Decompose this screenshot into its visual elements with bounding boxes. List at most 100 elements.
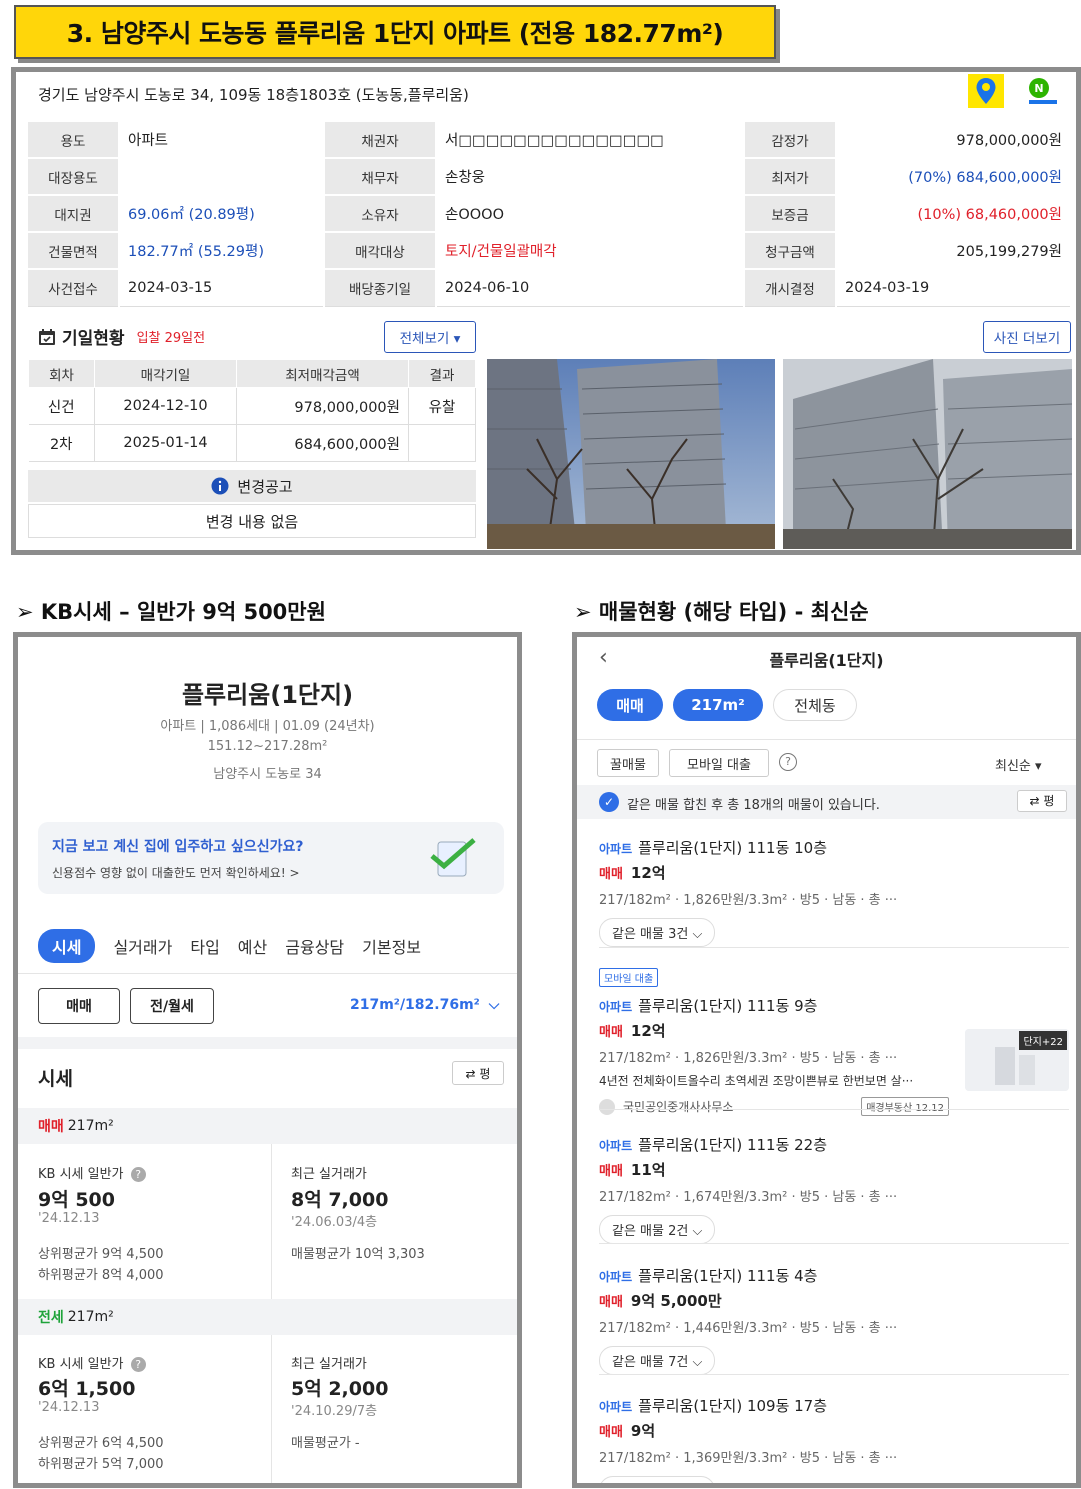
honey-listing-chip[interactable]: 꿀매물 bbox=[597, 749, 659, 777]
info-bar: ✓ 같은 매물 합친 후 총 18개의 매물이 있습니다. ⇄ 평 bbox=[577, 785, 1076, 819]
info-value: 손창웅 bbox=[435, 157, 745, 196]
info-icon bbox=[211, 477, 229, 495]
listing-title: 플루리움(1단지) 111동 9층 bbox=[638, 997, 818, 1015]
property-photo[interactable] bbox=[783, 359, 1072, 549]
info-value bbox=[118, 157, 325, 196]
naver-map-icon[interactable]: N bbox=[1024, 76, 1060, 106]
listing-average: 매물평균가 10억 3,303 bbox=[291, 1247, 425, 1262]
listing-count-info: 같은 매물 합친 후 총 18개의 매물이 있습니다. bbox=[627, 798, 880, 813]
list-item[interactable]: 아파트 플루리움(1단지) 111동 22층 매매 11억 217/182m² · … bbox=[599, 1134, 1069, 1244]
schedule-heading: 기일현황 입찰 29일전 bbox=[38, 324, 205, 349]
sale-toggle-button[interactable]: 매매 bbox=[38, 988, 120, 1024]
same-listing-button[interactable]: 같은 매물 7건 ⌵ bbox=[599, 1346, 716, 1375]
kb-section-header: ➢ KB시세 – 일반가 9억 500만원 bbox=[16, 600, 326, 624]
same-listing-button[interactable]: 같은 매물 3건 ⌵ bbox=[599, 918, 716, 947]
divider bbox=[18, 1037, 517, 1049]
minimum-price: (70%) 684,600,000원 bbox=[835, 157, 1072, 196]
pyeong-toggle[interactable]: ⇄ 평 bbox=[452, 1061, 504, 1085]
listing-thumbnail[interactable]: 단지+22 bbox=[965, 1029, 1069, 1091]
view-all-button[interactable]: 전체보기 ▾ bbox=[384, 321, 476, 353]
listing-type: 아파트 bbox=[599, 1000, 633, 1014]
result-cell: 유찰 bbox=[408, 387, 476, 425]
recent-trade-date: '24.06.03/4층 bbox=[291, 1215, 378, 1230]
kb-general-value: 6억 1,500 bbox=[38, 1378, 136, 1400]
tab-budget[interactable]: 예산 bbox=[238, 934, 267, 958]
loan-title: 지금 보고 계신 집에 입주하고 싶으신가요? bbox=[52, 839, 304, 855]
info-label: 개시결정 bbox=[743, 268, 837, 307]
listing-price: 9억 bbox=[630, 1422, 656, 1440]
recent-trade-date: '24.10.29/7층 bbox=[291, 1404, 378, 1419]
sale-area: 217m² bbox=[67, 1118, 114, 1134]
divider bbox=[599, 1374, 1069, 1375]
kb-general-label-text: KB 시세 일반가 bbox=[38, 1357, 124, 1372]
help-icon[interactable]: ? bbox=[779, 753, 797, 771]
help-icon[interactable]: ? bbox=[130, 1357, 146, 1372]
deal-type: 매매 bbox=[599, 1164, 623, 1179]
property-address: 경기도 남양주시 도농로 34, 109동 18층1803호 (도농동,플루리움… bbox=[38, 86, 469, 104]
upper-average: 상위평균가 6억 4,500 bbox=[38, 1436, 164, 1451]
area-selector[interactable]: 217m²/182.76m² ⌵ bbox=[350, 997, 499, 1013]
check-icon: ✓ bbox=[599, 792, 619, 812]
divider bbox=[599, 1243, 1069, 1244]
thumbnail-badge: 단지+22 bbox=[1019, 1031, 1067, 1050]
listing-price: 12억 bbox=[630, 1022, 666, 1040]
info-label: 매각대상 bbox=[323, 231, 437, 270]
appraisal-value: 978,000,000원 bbox=[835, 120, 1072, 159]
same-listing-button[interactable]: 같은 매물 6건 ⌵ bbox=[599, 1476, 716, 1483]
listing-description: 217/182m² · 1,674만원/3.3m² · 방5 · 남동 · 총 … bbox=[599, 1190, 898, 1205]
tab-basic-info[interactable]: 기본정보 bbox=[362, 934, 421, 958]
svg-text:N: N bbox=[1034, 82, 1043, 95]
filter-area-pill[interactable]: 217m² bbox=[673, 689, 763, 721]
info-label: 사건접수 bbox=[26, 268, 120, 307]
sort-dropdown[interactable]: 최신순 ▾ bbox=[995, 755, 1042, 774]
listing-type: 아파트 bbox=[599, 1139, 633, 1153]
listing-description: 217/182m² · 1,369만원/3.3m² · 방5 · 남동 · 총 … bbox=[599, 1451, 898, 1466]
listing-description: 217/182m² · 1,826만원/3.3m² · 방5 · 남동 · 총 … bbox=[599, 893, 898, 908]
filter-building-pill[interactable]: 전체동 bbox=[773, 689, 857, 721]
change-notice-header: 변경공고 bbox=[28, 470, 476, 502]
list-item[interactable]: 아파트 플루리움(1단지) 111동 4층 매매 9억 5,000만 217/182… bbox=[599, 1265, 1069, 1375]
rent-toggle-button[interactable]: 전/월세 bbox=[130, 988, 214, 1024]
complex-meta: 아파트 | 1,086세대 | 01.09 (24년차) bbox=[160, 719, 375, 734]
same-listing-button[interactable]: 같은 매물 2건 ⌵ bbox=[599, 1215, 716, 1244]
change-notice-title: 변경공고 bbox=[237, 477, 293, 496]
mobile-loan-chip[interactable]: 모바일 대출 bbox=[669, 749, 769, 777]
kb-general-label: KB 시세 일반가 ? bbox=[38, 1353, 146, 1372]
list-item[interactable]: 아파트 플루리움(1단지) 109동 17층 매매 9억 217/182m² · 1… bbox=[599, 1395, 1069, 1483]
sale-label: 매매 bbox=[38, 1119, 64, 1135]
kb-price-panel: 플루리움(1단지) 아파트 | 1,086세대 | 01.09 (24년차) 1… bbox=[13, 632, 522, 1488]
list-item[interactable]: 모바일 대출 아파트 플루리움(1단지) 111동 9층 매매 12억 217/18… bbox=[599, 967, 1069, 1116]
recent-trade-value: 8억 7,000 bbox=[291, 1189, 389, 1211]
more-photos-button[interactable]: 사진 더보기 bbox=[983, 321, 1071, 353]
loan-banner[interactable]: 지금 보고 계신 집에 입주하고 싶으신가요? 신용점수 영향 없이 대출한도 … bbox=[38, 822, 504, 894]
deal-type: 매매 bbox=[599, 867, 623, 882]
info-row: 대장용도 채무자 손창웅 최저가 (70%) 684,600,000원 bbox=[26, 157, 1072, 196]
upper-average: 상위평균가 9억 4,500 bbox=[38, 1247, 164, 1262]
kb-general-label-text: KB 시세 일반가 bbox=[38, 1167, 124, 1182]
listing-average: 매물평균가 - bbox=[291, 1436, 360, 1451]
listing-complex-title: 플루리움(1단지) bbox=[769, 651, 884, 670]
help-icon[interactable]: ? bbox=[130, 1167, 146, 1182]
tab-price[interactable]: 시세 bbox=[38, 929, 96, 963]
listing-price: 11억 bbox=[630, 1161, 666, 1179]
tab-type[interactable]: 타입 bbox=[190, 934, 219, 958]
price-section-title: 시세 bbox=[38, 1068, 73, 1090]
document-check-icon bbox=[430, 838, 476, 877]
pyeong-toggle[interactable]: ⇄ 평 bbox=[1017, 790, 1067, 812]
kb-tab-bar: 시세 실거래가 타입 예산 금융상담 기본정보 bbox=[38, 929, 421, 963]
jeonse-header: 전세 217m² bbox=[18, 1299, 517, 1335]
schedule-header: 결과 bbox=[408, 359, 476, 388]
divider bbox=[271, 1144, 272, 1299]
map-pin-icon[interactable] bbox=[968, 74, 1004, 108]
recent-trade-value: 5억 2,000 bbox=[291, 1378, 389, 1400]
filter-sale-pill[interactable]: 매매 bbox=[597, 689, 663, 721]
info-label: 용도 bbox=[26, 120, 120, 159]
property-photo[interactable] bbox=[487, 359, 775, 549]
tab-finance[interactable]: 금융상담 bbox=[285, 934, 344, 958]
list-item[interactable]: 아파트 플루리움(1단지) 111동 10층 매매 12억 217/182m² · … bbox=[599, 837, 1069, 947]
area-selector-label: 217m²/182.76m² bbox=[350, 997, 480, 1013]
listing-title: 플루리움(1단지) 109동 17층 bbox=[638, 1397, 828, 1415]
tab-real-trade[interactable]: 실거래가 bbox=[113, 934, 172, 958]
info-label: 소유자 bbox=[323, 194, 437, 233]
loan-subtitle: 신용점수 영향 없이 대출한도 먼저 확인하세요! > bbox=[52, 866, 300, 880]
